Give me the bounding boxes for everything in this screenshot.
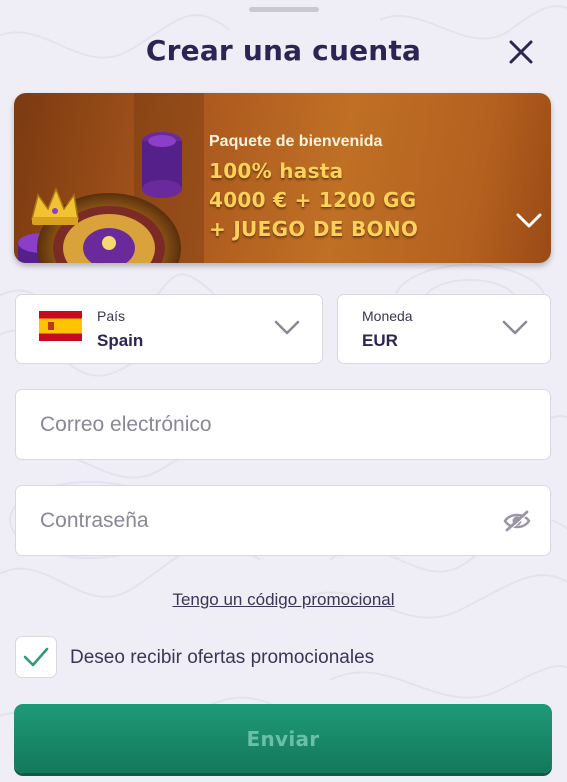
promo-subtitle: Paquete de bienvenida: [209, 133, 383, 150]
email-field[interactable]: [16, 390, 550, 459]
country-select[interactable]: País Spain: [15, 294, 323, 364]
chevron-down-icon: [516, 213, 542, 228]
page-title: Crear una cuenta: [145, 34, 422, 67]
roulette-illustration: [18, 93, 204, 263]
currency-value: EUR: [362, 331, 398, 350]
country-label: País: [97, 308, 126, 324]
currency-label: Moneda: [362, 308, 413, 324]
password-field-wrapper: [15, 485, 551, 556]
chevron-down-icon: [502, 320, 528, 335]
password-field[interactable]: [16, 486, 550, 555]
eye-off-icon[interactable]: [503, 509, 531, 533]
promo-expand-button[interactable]: [511, 206, 547, 236]
marketing-checkbox[interactable]: [15, 636, 57, 678]
currency-select[interactable]: Moneda EUR: [337, 294, 551, 364]
email-field-wrapper: [15, 389, 551, 460]
marketing-checkbox-label[interactable]: Deseo recibir ofertas promocionales: [70, 647, 374, 669]
promo-line: + JUEGO DE BONO: [209, 217, 419, 241]
promo-code-link[interactable]: Tengo un código promocional: [0, 590, 567, 610]
promo-line: 4000 € + 1200 GG: [209, 188, 417, 212]
spain-flag-icon: [39, 311, 82, 341]
submit-button[interactable]: Enviar: [14, 704, 552, 773]
country-value: Spain: [97, 331, 144, 350]
drag-handle[interactable]: [249, 7, 319, 12]
close-icon: [509, 40, 533, 64]
checkmark-icon: [23, 647, 49, 667]
welcome-package-banner[interactable]: Paquete de bienvenida 100% hasta 4000 € …: [14, 93, 551, 263]
chevron-down-icon: [274, 320, 300, 335]
close-button[interactable]: [504, 35, 538, 69]
promo-line: 100% hasta: [209, 159, 344, 183]
submit-button-label: Enviar: [246, 726, 320, 751]
